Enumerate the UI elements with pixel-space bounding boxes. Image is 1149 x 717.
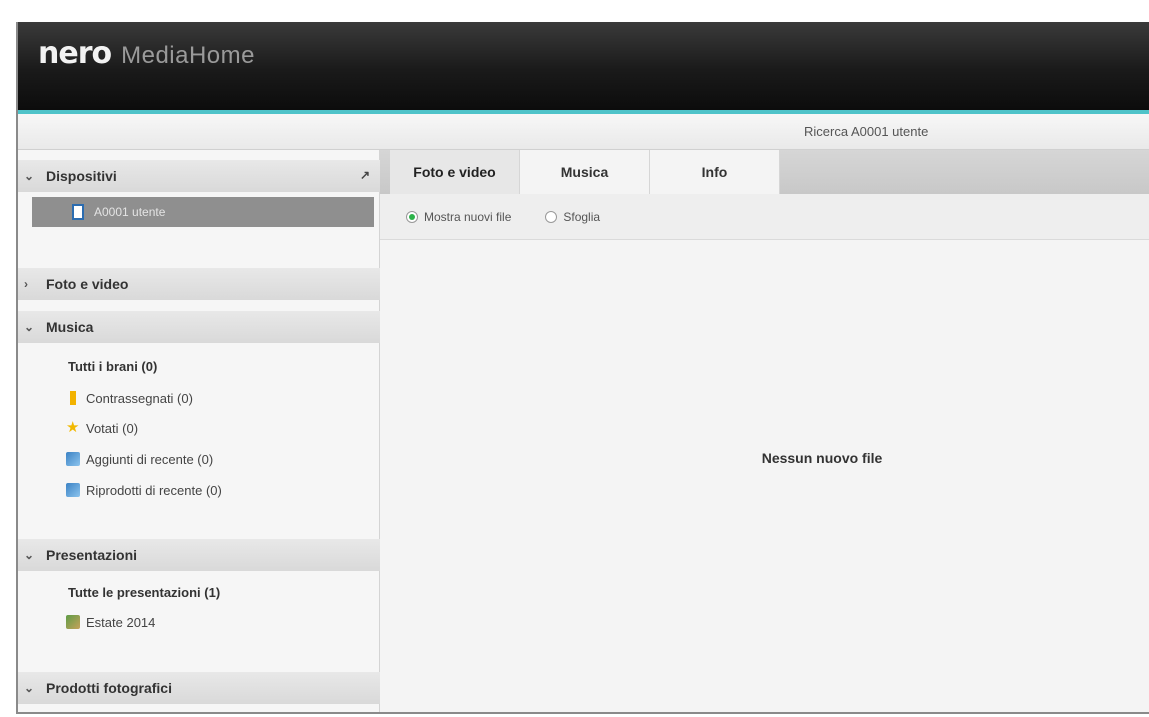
chevron-down-icon: ⌄ [24, 169, 35, 183]
sidebar-header-music[interactable]: ⌄ Musica [18, 311, 380, 343]
chevron-right-icon: › [24, 277, 28, 291]
sidebar-header-label: Musica [46, 319, 94, 335]
main-panel: Foto e video Musica Info Mostra nuovi fi… [380, 150, 1149, 712]
tab-label: Info [701, 164, 728, 180]
chevron-down-icon: ⌄ [24, 681, 35, 695]
tab-bar: Foto e video Musica Info [380, 150, 1149, 194]
sidebar-item-recently-played[interactable]: Riprodotti di recente (0) [66, 480, 222, 500]
option-label: Sfoglia [563, 209, 601, 224]
tab-info[interactable]: Info [650, 150, 780, 194]
radio-icon[interactable] [545, 210, 558, 223]
sidebar-item-rated[interactable]: ★ Votati (0) [66, 418, 138, 438]
sidebar-item-label: Votati (0) [86, 420, 139, 436]
sidebar-header-photo-products[interactable]: ⌄ Prodotti fotografici [18, 672, 380, 704]
sidebar-item-all-tracks[interactable]: Tutti i brani (0) [68, 356, 157, 376]
status-text: Ricerca A0001 utente [804, 124, 929, 139]
title-bar: nero MediaHome [18, 22, 1149, 110]
sidebar-header-photos[interactable]: › Foto e video [18, 268, 380, 300]
sidebar-item-recently-added[interactable]: Aggiunti di recente (0) [66, 449, 213, 469]
sidebar-item-label: Contrassegnati (0) [86, 390, 193, 406]
sidebar-item-label: Riprodotti di recente (0) [86, 482, 222, 498]
brand-name: nero [38, 36, 112, 71]
music-icon [66, 452, 80, 466]
device-icon [72, 204, 84, 220]
browse-option[interactable]: Sfoglia [545, 210, 600, 224]
bookmark-icon [70, 391, 76, 405]
option-label: Mostra nuovi file [424, 209, 512, 224]
star-icon: ★ [66, 419, 80, 436]
sidebar-item-label: Tutti i brani (0) [68, 358, 158, 374]
filter-bar: Mostra nuovi file Sfoglia [380, 194, 1149, 240]
music-icon [66, 483, 80, 497]
sidebar: ⌄ Dispositivi ↗ A0001 utente › Foto e vi… [18, 150, 380, 712]
sidebar-item-presentation[interactable]: Estate 2014 [66, 612, 155, 632]
tab-music[interactable]: Musica [520, 150, 650, 194]
sidebar-header-presentations[interactable]: ⌄ Presentazioni [18, 539, 380, 571]
connect-icon[interactable]: ↗ [360, 168, 370, 182]
radio-selected-icon[interactable] [406, 210, 418, 223]
product-name: MediaHome [121, 42, 255, 69]
sidebar-header-label: Prodotti fotografici [46, 680, 172, 696]
sidebar-item-all-presentations[interactable]: Tutte le presentazioni (1) [68, 582, 220, 602]
chevron-down-icon: ⌄ [24, 548, 35, 562]
tab-label: Musica [560, 164, 609, 180]
sidebar-item-device[interactable]: A0001 utente [32, 197, 374, 227]
tab-photos-videos[interactable]: Foto e video [390, 150, 520, 194]
slideshow-icon [66, 615, 80, 629]
tab-label: Foto e video [413, 164, 496, 180]
show-new-option[interactable]: Mostra nuovi file [406, 210, 511, 224]
sidebar-header-label: Presentazioni [46, 547, 138, 563]
sidebar-item-label: Tutte le presentazioni (1) [68, 584, 221, 600]
info-bar: Ricerca A0001 utente [18, 114, 1149, 150]
device-label: A0001 utente [94, 205, 166, 219]
sidebar-item-bookmarked[interactable]: Contrassegnati (0) [66, 388, 193, 408]
app-logo: nero MediaHome [38, 36, 255, 71]
sidebar-item-label: Aggiunti di recente (0) [86, 451, 214, 467]
sidebar-header-devices[interactable]: ⌄ Dispositivi ↗ [18, 160, 380, 192]
sidebar-item-label: Estate 2014 [86, 614, 156, 630]
empty-state-message: Nessun nuovo file [761, 450, 883, 466]
chevron-down-icon: ⌄ [24, 320, 35, 334]
app-window: nero MediaHome Ricerca A0001 utente ⌄ Di… [16, 22, 1149, 714]
sidebar-header-label: Foto e video [46, 276, 129, 292]
sidebar-header-label: Dispositivi [46, 168, 117, 184]
